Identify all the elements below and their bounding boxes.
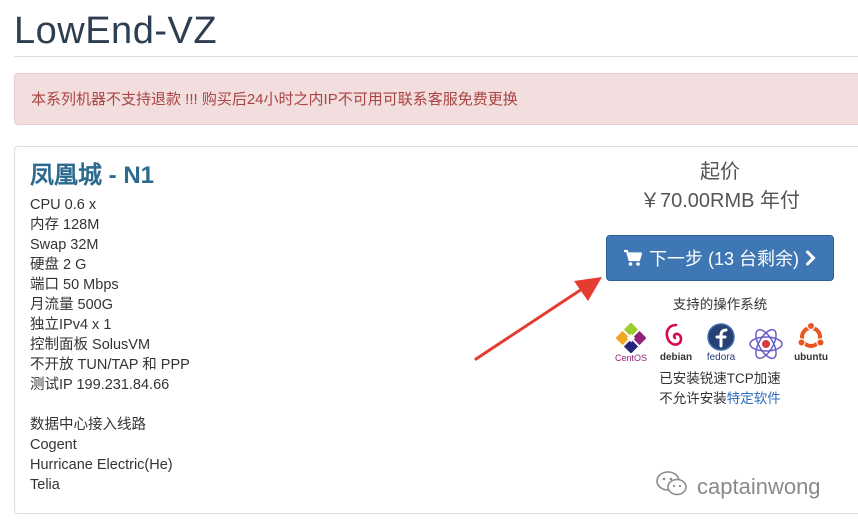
os-logo-label: fedora [706,352,736,363]
title-divider [14,56,858,57]
ubuntu-icon [791,322,831,352]
debian-icon [656,322,696,352]
software-restriction-note: 不允许安装特定软件 [605,387,835,407]
route-item: Cogent [30,437,77,453]
price-block: 起价 ￥70.00RMB 年付 [605,159,835,215]
watermark-text: captainwong [697,474,821,499]
price-value: ￥70.00RMB 年付 [639,190,801,212]
centos-icon [611,323,651,353]
spec-memory: 内存 128M [30,217,100,233]
watermark: captainwong [655,470,821,504]
routes-title: 数据中心接入线路 [30,417,146,433]
price-label: 起价 [700,161,740,183]
spec-traffic: 月流量 500G [30,297,113,313]
os-logo-fedora: fedora [701,322,741,363]
route-item: Telia [30,477,60,493]
spec-swap: Swap 32M [30,237,99,253]
software-note-prefix: 不允许安装 [659,391,727,406]
cart-icon [623,249,643,267]
red-arrow-annotation [474,277,602,361]
spec-disk: 硬盘 2 G [30,257,87,273]
spec-list: CPU 0.6 x 内存 128M Swap 32M 硬盘 2 G 端口 50 … [30,195,190,495]
restricted-software-link[interactable]: 特定软件 [727,391,781,406]
spec-tun-tap: 不开放 TUN/TAP 和 PPP [30,357,190,373]
os-logo-label: debian [659,352,693,363]
tcp-acceleration-note: 已安装锐速TCP加速 [659,371,781,386]
no-refund-alert: 本系列机器不支持退款 !!! 购买后24小时之内IP不可用可联系客服免费更换 [14,73,858,125]
spec-ipv4: 独立IPv4 x 1 [30,317,112,333]
os-logo-other [746,325,786,363]
os-logo-ubuntu: ubuntu [791,322,831,363]
spec-test-ip: 测试IP 199.231.84.66 [30,377,170,393]
next-step-label: 下一步 (13 台剩余) [648,249,799,269]
os-logo-debian: debian [656,322,696,363]
os-logo-centos: CentOS [611,323,651,363]
spec-cpu: CPU 0.6 x [30,197,97,213]
chevron-right-icon [805,250,817,266]
wechat-icon [655,470,689,504]
os-logo-label: ubuntu [794,352,828,363]
product-name: 凤凰城 - N1 [30,162,155,189]
os-logo-icon [746,325,786,363]
fedora-icon [701,322,741,352]
os-logo-list: CentOS debian fedora ubuntu [611,319,831,363]
page-title: LowEnd-VZ [14,10,218,52]
spec-control-panel: 控制面板 SolusVM [30,337,151,353]
product-panel: 凤凰城 - N1 CPU 0.6 x 内存 128M Swap 32M 硬盘 2… [14,146,858,514]
spec-spacer [30,395,190,415]
supported-os-title: 支持的操作系统 [672,297,768,312]
route-item: Hurricane Electric(He) [30,457,173,473]
spec-port: 端口 50 Mbps [30,277,119,293]
os-logo-label: CentOS [614,353,647,363]
next-step-button[interactable]: 下一步 (13 台剩余) [606,235,834,281]
